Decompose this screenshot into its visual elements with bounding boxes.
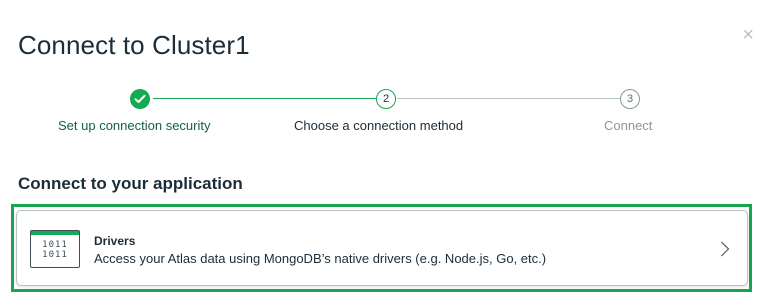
close-icon[interactable]: × [742,25,754,45]
step-3-label: Connect [604,118,653,133]
icon-binary-line-2: 1011 [42,250,68,260]
stepper-pending-line [397,98,621,99]
step-1-label: Set up connection security [58,118,211,133]
drivers-option-card[interactable]: 1011 1011 Drivers Access your Atlas data… [16,210,748,286]
binary-code-icon: 1011 1011 [30,230,80,268]
connection-stepper: 2 3 Set up connection security Choose a … [0,86,768,136]
section-heading: Connect to your application [18,174,243,193]
step-1-complete-check-icon [130,89,150,109]
page-title: Connect to Cluster1 [18,30,250,60]
drivers-option-description: Access your Atlas data using MongoDB’s n… [94,251,547,266]
drivers-option-title: Drivers [94,234,136,248]
chevron-right-icon [721,241,730,257]
step-2-label: Choose a connection method [294,118,464,133]
step-3-indicator: 3 [620,89,640,109]
icon-binary-line-1: 1011 [42,240,68,250]
step-2-indicator: 2 [376,89,396,109]
stepper-progress-line [153,98,377,99]
